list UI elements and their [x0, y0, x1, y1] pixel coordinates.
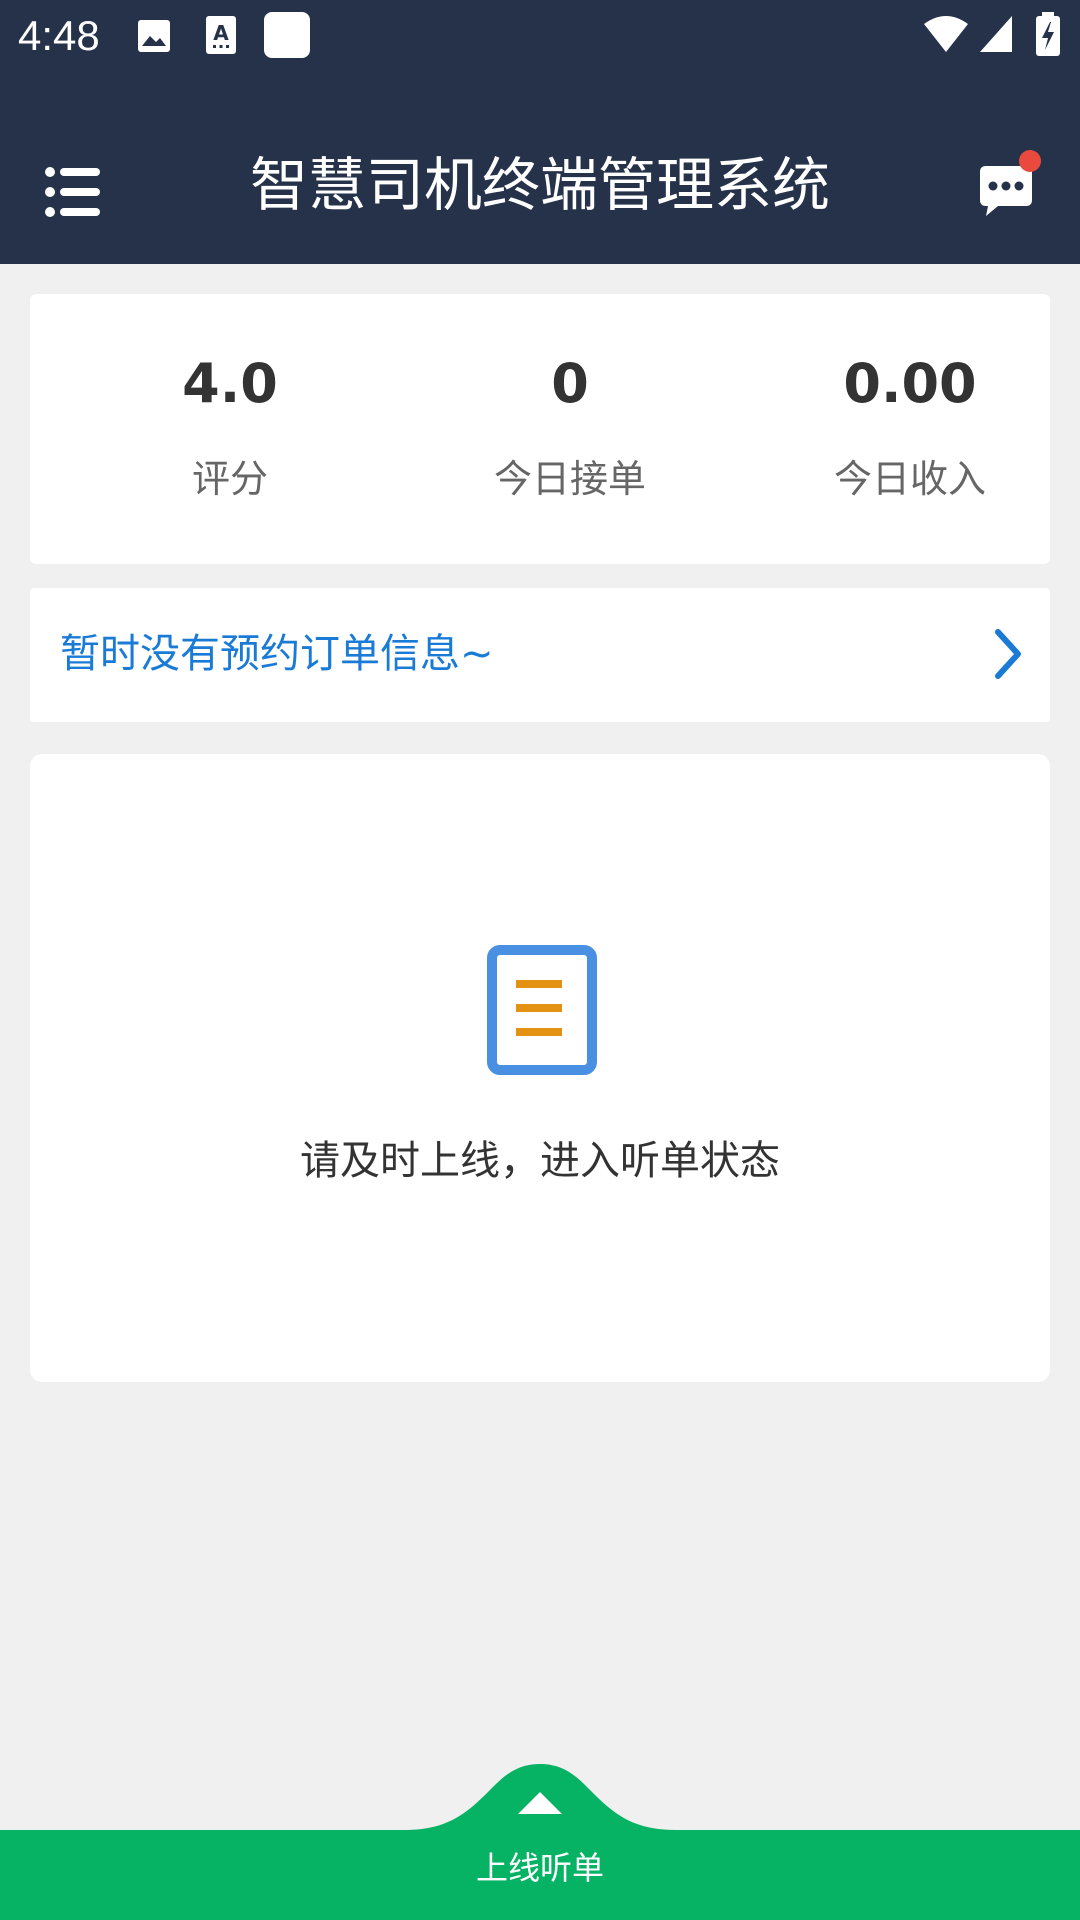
stat-today-orders-value: 0: [551, 352, 589, 415]
image-icon: [138, 20, 170, 52]
app-header: 4:48 A 智慧司机终端管理系统: [0, 0, 1080, 264]
bottom-bar-shape: [0, 1764, 1080, 1920]
empty-state-card: 请及时上线，进入听单状态: [30, 754, 1050, 1382]
stat-today-orders-label: 今日接单: [493, 457, 646, 501]
signal-icon: [980, 16, 1012, 52]
title-bar: 智慧司机终端管理系统: [0, 140, 1080, 236]
menu-list-icon[interactable]: [44, 166, 100, 218]
page-title: 智慧司机终端管理系统: [249, 151, 830, 219]
text-a-icon: A: [206, 16, 236, 54]
status-time: 4:48: [18, 12, 100, 59]
chevron-right-icon: [995, 629, 1021, 679]
document-list-icon: [487, 945, 597, 1075]
stat-today-income-label: 今日收入: [833, 457, 986, 501]
stat-today-orders: 0 今日接单: [400, 294, 740, 564]
chat-bubble-icon[interactable]: [976, 150, 1044, 222]
status-bar: 4:48 A: [0, 0, 1080, 72]
stats-card: 4.0 评分 0 今日接单 0.00 今日收入: [30, 294, 1050, 564]
stat-rating-label: 评分: [191, 457, 268, 501]
reservation-order-text: 暂时没有预约订单信息~: [60, 631, 494, 677]
empty-state-message: 请及时上线，进入听单状态: [300, 1138, 780, 1184]
stat-rating: 4.0 评分: [60, 294, 400, 564]
svg-text:A: A: [213, 21, 229, 45]
app-square-icon: [264, 12, 310, 58]
go-online-button[interactable]: 上线听单: [0, 1762, 1080, 1920]
go-online-label: 上线听单: [475, 1849, 604, 1887]
stat-rating-value: 4.0: [182, 352, 278, 415]
battery-charging-icon: [1036, 12, 1060, 56]
wifi-icon: [924, 16, 968, 52]
stat-today-income: 0.00 今日收入: [740, 294, 1080, 564]
stat-today-income-value: 0.00: [843, 352, 977, 415]
unread-dot: [1019, 150, 1041, 172]
reservation-order-bar[interactable]: 暂时没有预约订单信息~: [30, 588, 1050, 722]
